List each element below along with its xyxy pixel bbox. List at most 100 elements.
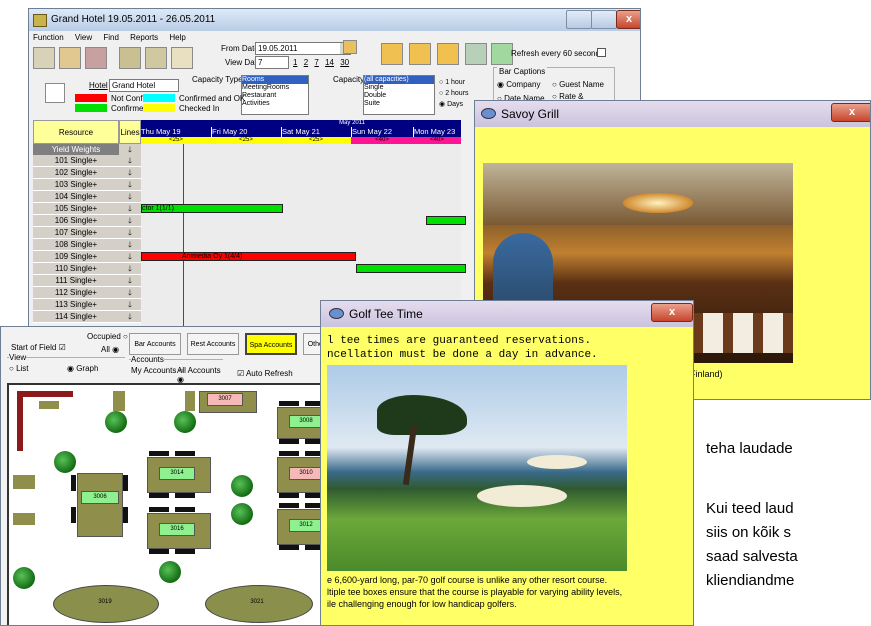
capacity-list[interactable]: (all capacities) Single Double Suite	[363, 75, 435, 115]
tab-spa-accounts[interactable]: Spa Accounts	[245, 333, 297, 355]
caption-company[interactable]: ◉ Company	[497, 80, 540, 89]
interval-1-hour[interactable]: ○ 1 hour	[439, 77, 469, 88]
close-button[interactable]: x	[651, 303, 693, 322]
interval-2-hours[interactable]: ○ 2 hours	[439, 88, 469, 99]
menu-find[interactable]: Find	[103, 33, 119, 42]
table-3007-label[interactable]: 3007	[207, 393, 243, 406]
room-row-arrow[interactable]: 🡓	[119, 155, 141, 167]
view-days-14[interactable]: 14	[325, 58, 334, 67]
occupied-radio[interactable]: Occupied ○	[87, 332, 128, 341]
menu-reports[interactable]: Reports	[130, 33, 158, 42]
room-row-arrow[interactable]: 🡓	[119, 215, 141, 227]
next-day-icon[interactable]	[437, 43, 459, 65]
table-3012-label[interactable]: 3012	[289, 519, 323, 532]
capacity-type-list[interactable]: Rooms MeetingRooms Restaurant Activities	[241, 75, 309, 115]
capacity-suite[interactable]: Suite	[364, 100, 434, 108]
close-button[interactable]: x	[616, 10, 640, 29]
view-days-2[interactable]: 2	[304, 58, 308, 67]
capacity-single[interactable]: Single	[364, 84, 434, 92]
booking-bar-105[interactable]: ctor 1(1/1)	[141, 204, 283, 213]
print-icon[interactable]	[465, 43, 487, 65]
room-row-label[interactable]: 111 Single+	[33, 275, 119, 287]
capacity-type-rooms[interactable]: Rooms	[242, 76, 308, 84]
tab-rest-accounts[interactable]: Rest Accounts	[187, 333, 239, 355]
auto-refresh-checkbox[interactable]: ☑ Auto Refresh	[237, 369, 293, 378]
table-3010-label[interactable]: 3010	[289, 467, 323, 480]
close-button[interactable]: x	[831, 103, 870, 122]
all-accounts-radio[interactable]: All Accounts ◉	[177, 366, 223, 384]
room-row-label[interactable]: 114 Single+	[33, 311, 119, 323]
room-row-arrow[interactable]: 🡓	[119, 191, 141, 203]
table-3016-label[interactable]: 3016	[159, 523, 195, 536]
table-3006[interactable]	[77, 473, 123, 537]
all-radio[interactable]: All ◉	[101, 345, 119, 354]
savoy-titlebar[interactable]: Savoy Grill x	[475, 101, 870, 127]
from-date-input[interactable]: 19.05.2011 ▾	[255, 42, 351, 55]
menu-view[interactable]: View	[75, 33, 92, 42]
room-row-label[interactable]: 109 Single+	[33, 251, 119, 263]
view-days-30[interactable]: 30	[340, 58, 349, 67]
hotel-select[interactable]: Grand Hotel	[109, 79, 179, 92]
room-row-arrow[interactable]: 🡓	[119, 179, 141, 191]
list-view-icon[interactable]	[171, 47, 193, 69]
caption-guest-name[interactable]: ○ Guest Name	[552, 80, 604, 89]
yield-weights-arrow[interactable]: 🡓	[119, 144, 141, 155]
room-row-label[interactable]: 104 Single+	[33, 191, 119, 203]
view-list-radio[interactable]: ○ List	[9, 364, 29, 373]
room-row-arrow[interactable]: 🡓	[119, 239, 141, 251]
room-row-arrow[interactable]: 🡓	[119, 275, 141, 287]
booking-bar-109[interactable]: Animedia Oy 1(4/4)	[141, 252, 356, 261]
table-3014-label[interactable]: 3014	[159, 467, 195, 480]
room-row-arrow[interactable]: 🡓	[119, 299, 141, 311]
exit-icon[interactable]	[491, 43, 513, 65]
prev-period-icon[interactable]	[381, 43, 403, 65]
golf-titlebar[interactable]: Golf Tee Time x	[321, 301, 693, 327]
capacity-type-meetingrooms[interactable]: MeetingRooms	[242, 84, 308, 92]
room-row-label[interactable]: 102 Single+	[33, 167, 119, 179]
room-row-arrow[interactable]: 🡓	[119, 251, 141, 263]
capacity-type-activities[interactable]: Activities	[242, 100, 308, 108]
table-3019-label[interactable]: 3019	[89, 597, 121, 608]
menu-function[interactable]: Function	[33, 33, 64, 42]
room-row-label[interactable]: 101 Single+	[33, 155, 119, 167]
pointer-icon[interactable]	[45, 83, 65, 103]
room-row-arrow[interactable]: 🡓	[119, 227, 141, 239]
people-icon[interactable]	[85, 47, 107, 69]
table-3006-label[interactable]: 3006	[81, 491, 119, 504]
prev-day-icon[interactable]	[409, 43, 431, 65]
percent-icon[interactable]	[59, 47, 81, 69]
start-of-field[interactable]: Start of Field ☑	[11, 343, 66, 352]
minimize-button[interactable]	[566, 10, 592, 29]
room-row-arrow[interactable]: 🡓	[119, 311, 141, 323]
menu-help[interactable]: Help	[169, 33, 185, 42]
room-row-label[interactable]: 108 Single+	[33, 239, 119, 251]
calendar-icon[interactable]	[33, 47, 55, 69]
my-accounts-radio[interactable]: My Accounts ○	[131, 366, 183, 375]
booking-bar-110[interactable]	[356, 264, 466, 273]
view-days-7[interactable]: 7	[314, 58, 318, 67]
yield-weights-label[interactable]: Yield Weights	[33, 144, 119, 155]
hotel-window-titlebar[interactable]: Grand Hotel 19.05.2011 - 26.05.2011 x	[29, 9, 640, 31]
room-row-label[interactable]: 110 Single+	[33, 263, 119, 275]
room-row-label[interactable]: 113 Single+	[33, 299, 119, 311]
view-days-input[interactable]: 7	[255, 56, 289, 69]
maximize-button[interactable]	[591, 10, 617, 29]
table-3008-label[interactable]: 3008	[289, 415, 323, 428]
booking-bar-106[interactable]	[426, 216, 466, 225]
interval-days[interactable]: ◉ Days	[439, 99, 469, 110]
refresh-checkbox[interactable]	[597, 48, 606, 57]
capacity-all[interactable]: (all capacities)	[364, 76, 434, 84]
table-3021-label[interactable]: 3021	[241, 597, 273, 608]
room-row-label[interactable]: 105 Single+	[33, 203, 119, 215]
room-row-arrow[interactable]: 🡓	[119, 287, 141, 299]
capacity-type-restaurant[interactable]: Restaurant	[242, 92, 308, 100]
room-row-label[interactable]: 107 Single+	[33, 227, 119, 239]
view-days-1[interactable]: 1	[293, 58, 297, 67]
room-row-arrow[interactable]: 🡓	[119, 263, 141, 275]
room-row-label[interactable]: 103 Single+	[33, 179, 119, 191]
room-row-label[interactable]: 112 Single+	[33, 287, 119, 299]
room-row-arrow[interactable]: 🡓	[119, 167, 141, 179]
room-row-arrow[interactable]: 🡓	[119, 203, 141, 215]
grid-view-icon[interactable]	[119, 47, 141, 69]
view-graph-radio[interactable]: ◉ Graph	[67, 364, 98, 373]
